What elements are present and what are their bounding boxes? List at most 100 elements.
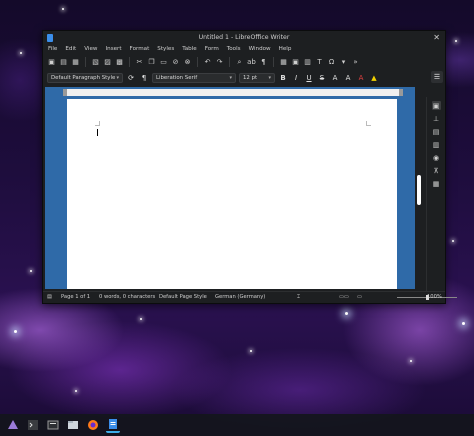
view-layout-icon[interactable]: ▭▭ — [339, 294, 349, 300]
vertical-scrollbar[interactable] — [415, 87, 423, 289]
menu-styles[interactable]: Styles — [156, 46, 175, 52]
star — [30, 270, 32, 272]
page-count[interactable]: Page 1 of 1 — [61, 294, 90, 300]
toolbar-separator — [129, 57, 130, 67]
toolbar-separator — [85, 57, 86, 67]
properties-icon[interactable]: ▣ — [431, 101, 441, 110]
text-language[interactable]: German (Germany) — [215, 294, 265, 300]
insert-textbox-icon[interactable]: T — [315, 58, 324, 67]
redo-icon[interactable]: ↷ — [215, 58, 224, 67]
insert-image-icon[interactable]: ▣ — [291, 58, 300, 67]
book-view-icon[interactable]: ▭ — [357, 294, 362, 300]
app-launcher-icon[interactable] — [6, 418, 20, 432]
superscript-button[interactable]: A — [330, 73, 340, 83]
insert-table-icon[interactable]: ▦ — [279, 58, 288, 67]
new-style-icon[interactable]: ¶ — [139, 73, 149, 83]
window-title: Untitled 1 - LibreOffice Writer — [198, 34, 290, 41]
star — [14, 330, 17, 333]
copy-icon[interactable]: ❐ — [147, 58, 156, 67]
paragraph-style-select[interactable]: Default Paragraph Style ▾ — [47, 72, 123, 83]
document-icon: ▤ — [47, 294, 52, 300]
menu-form[interactable]: Form — [204, 46, 220, 52]
gallery-icon[interactable]: ▥ — [432, 140, 441, 149]
menu-window[interactable]: Window — [248, 46, 272, 52]
libreoffice-writer-icon[interactable] — [106, 417, 120, 433]
menu-view[interactable]: View — [83, 46, 98, 52]
chevron-down-icon[interactable]: ▾ — [339, 58, 348, 67]
terminal-icon[interactable] — [26, 418, 40, 432]
standard-toolbar: ▣ ▤ ▦ ▧ ▨ ▩ ✂ ❐ ▭ ⊘ ⊗ ↶ ↷ ⌕ ab ¶ ▦ ▣ ▥ T… — [43, 54, 445, 70]
strikethrough-button[interactable]: S — [317, 73, 327, 83]
print-preview-icon[interactable]: ▩ — [115, 58, 124, 67]
styles-icon[interactable]: ▤ — [432, 127, 441, 136]
taskbar — [0, 414, 474, 436]
menu-file[interactable]: File — [47, 46, 58, 52]
more-options-icon[interactable]: » — [351, 58, 360, 67]
status-bar: ▤ Page 1 of 1 0 words, 0 characters Defa… — [43, 291, 457, 303]
star — [62, 8, 64, 10]
underline-button[interactable]: U — [304, 73, 314, 83]
save-icon[interactable]: ▦ — [71, 58, 80, 67]
subscript-button[interactable]: A — [343, 73, 353, 83]
paragraph-style-value: Default Paragraph Style — [51, 74, 116, 81]
menu-bar: File Edit View Insert Format Styles Tabl… — [43, 44, 445, 54]
toolbar-separator — [229, 57, 230, 67]
toolbar-separator — [197, 57, 198, 67]
writer-window: Untitled 1 - LibreOffice Writer ✕ File E… — [42, 30, 457, 304]
manage-changes-icon[interactable]: ⊼ — [432, 166, 441, 175]
export-pdf-icon[interactable]: ▧ — [91, 58, 100, 67]
font-name-select[interactable]: Liberation Serif ▾ — [152, 72, 236, 83]
ruler-margin-left — [63, 89, 67, 96]
font-name-value: Liberation Serif — [156, 74, 198, 81]
sidebar-deck: ▣ ⊥ ▤ ▥ ◉ ⊼ ▦ — [426, 97, 445, 291]
bold-button[interactable]: B — [278, 73, 288, 83]
toolbar-separator — [273, 57, 274, 67]
menu-tools[interactable]: Tools — [226, 46, 242, 52]
selection-mode-icon[interactable]: ⌶ — [297, 294, 300, 301]
menu-edit[interactable]: Edit — [64, 46, 77, 52]
star — [345, 312, 348, 315]
title-bar[interactable]: Untitled 1 - LibreOffice Writer ✕ — [43, 31, 445, 44]
star — [452, 240, 454, 242]
clone-formatting-icon[interactable]: ⊘ — [171, 58, 180, 67]
print-icon[interactable]: ▨ — [103, 58, 112, 67]
scrollbar-thumb[interactable] — [417, 175, 421, 205]
font-size-value: 12 pt — [243, 74, 258, 81]
formatting-marks-icon[interactable]: ¶ — [259, 58, 268, 67]
menu-insert[interactable]: Insert — [105, 46, 123, 52]
cut-icon[interactable]: ✂ — [135, 58, 144, 67]
horizontal-ruler[interactable] — [63, 89, 403, 96]
hamburger-menu-icon[interactable]: ☰ — [431, 71, 443, 83]
formatting-toolbar: Default Paragraph Style ▾ ⟳ ¶ Liberation… — [43, 70, 445, 85]
menu-format[interactable]: Format — [129, 46, 151, 52]
clear-formatting-icon[interactable]: ⊗ — [183, 58, 192, 67]
zoom-level[interactable]: 100% — [427, 294, 442, 300]
paste-icon[interactable]: ▭ — [159, 58, 168, 67]
undo-icon[interactable]: ↶ — [203, 58, 212, 67]
page-style[interactable]: Default Page Style — [159, 294, 207, 300]
close-window-button[interactable]: ✕ — [433, 33, 440, 42]
update-style-icon[interactable]: ⟳ — [126, 73, 136, 83]
navigator-icon[interactable]: ◉ — [432, 153, 441, 162]
open-folder-icon[interactable]: ▤ — [59, 58, 68, 67]
highlight-color-icon[interactable]: ▲ — [369, 73, 379, 83]
find-replace-icon[interactable]: ⌕ — [235, 58, 244, 67]
menu-help[interactable]: Help — [278, 46, 293, 52]
spelling-icon[interactable]: ab — [247, 58, 256, 67]
font-color-icon[interactable]: A — [356, 73, 366, 83]
font-size-select[interactable]: 12 pt ▾ — [239, 72, 275, 83]
system-monitor-icon[interactable] — [46, 418, 60, 432]
word-count[interactable]: 0 words, 0 characters — [99, 294, 155, 300]
insert-chart-icon[interactable]: ▥ — [303, 58, 312, 67]
file-manager-icon[interactable] — [66, 418, 80, 432]
design-icon[interactable]: ▦ — [432, 179, 441, 188]
italic-button[interactable]: I — [291, 73, 301, 83]
insert-special-character-icon[interactable]: Ω — [327, 58, 336, 67]
new-document-icon[interactable]: ▣ — [47, 58, 56, 67]
menu-table[interactable]: Table — [181, 46, 197, 52]
page-icon[interactable]: ⊥ — [432, 114, 441, 123]
star — [410, 360, 412, 362]
firefox-icon[interactable] — [86, 418, 100, 432]
star — [462, 322, 465, 325]
document-page[interactable] — [67, 99, 397, 289]
